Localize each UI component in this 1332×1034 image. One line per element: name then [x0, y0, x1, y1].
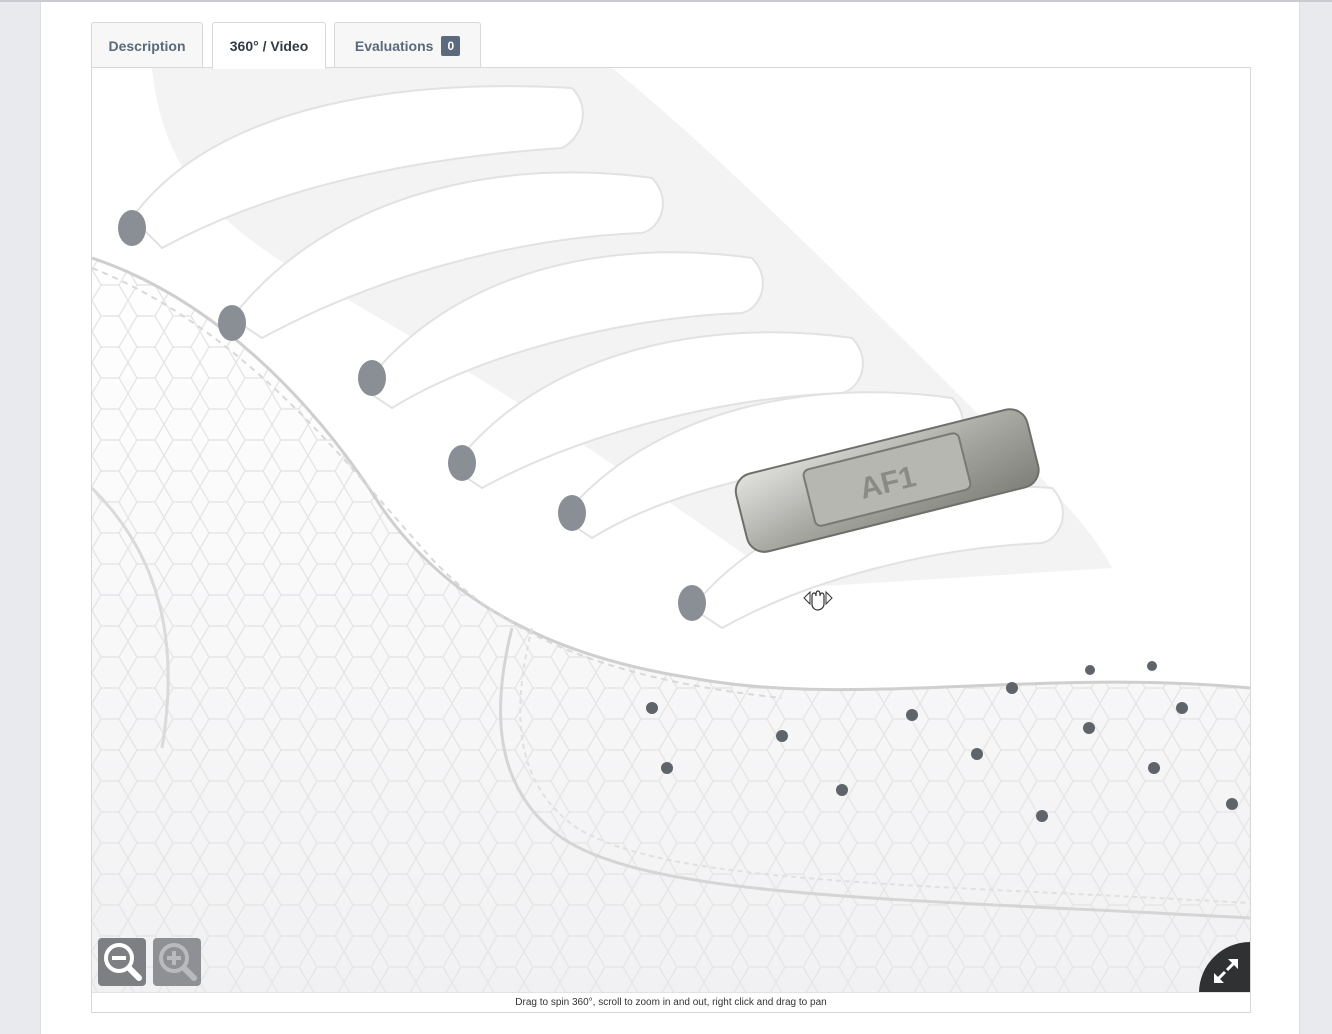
- tab-360-video[interactable]: 360° / Video: [212, 22, 326, 69]
- tab-description[interactable]: Description: [91, 22, 203, 68]
- viewer-instructions: Drag to spin 360°, scroll to zoom in and…: [92, 992, 1250, 1012]
- product-panel: Description 360° / Video Evaluations 0 A…: [40, 2, 1300, 1034]
- tab-360-video-label: 360° / Video: [229, 38, 309, 54]
- tab-evaluations-label: Evaluations: [354, 37, 434, 54]
- zoom-in-button[interactable]: [153, 938, 201, 986]
- magnifier-minus-icon: [104, 943, 142, 981]
- sneaker-image: AF1: [92, 68, 1250, 993]
- tab-description-label: Description: [108, 37, 186, 54]
- magnifier-plus-icon: [159, 943, 197, 981]
- evaluations-count-badge: 0: [441, 35, 461, 56]
- expand-arrows-icon: [1214, 959, 1238, 983]
- 360-viewer[interactable]: AF1 Drag to spin 360°, scroll to zoom in…: [91, 67, 1251, 1013]
- tab-evaluations[interactable]: Evaluations 0: [334, 22, 481, 68]
- product-image-stage[interactable]: AF1: [92, 68, 1250, 993]
- zoom-out-button[interactable]: [98, 938, 146, 986]
